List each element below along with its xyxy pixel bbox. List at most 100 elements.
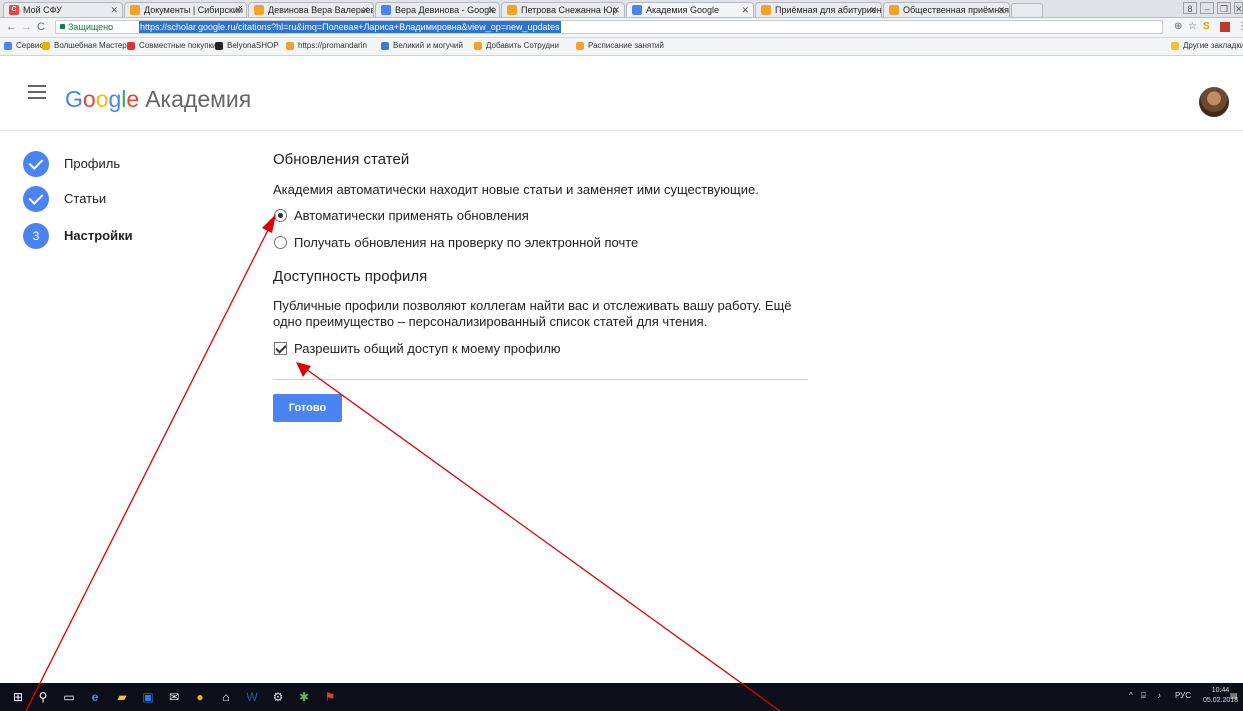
public-profile-label[interactable]: Разрешить общий доступ к моему профилю [294, 341, 561, 356]
chrome-icon[interactable]: ● [193, 690, 207, 704]
word-icon[interactable]: W [245, 690, 259, 704]
apps-icon [4, 42, 12, 50]
bookmarks-bar: Сервисы Волшебная Мастерс Совместные пок… [0, 38, 1243, 56]
file-explorer-icon[interactable]: ▰ [115, 690, 129, 704]
sfu-favicon-icon: C [9, 5, 19, 15]
windows-start-icon[interactable]: ⊞ [11, 690, 25, 704]
user-profile-icon[interactable]: 8 [1183, 2, 1197, 14]
scholar-favicon-icon [632, 5, 642, 15]
avatar[interactable] [1199, 87, 1229, 117]
tab-label: Приёмная для абитуриента [775, 5, 882, 15]
volume-icon[interactable]: ♪ [1157, 691, 1161, 701]
browser-tab[interactable]: Вера Девинова - Google ✕ [375, 2, 500, 17]
app-icon[interactable]: ✱ [297, 690, 311, 704]
hamburger-menu-icon[interactable] [28, 85, 46, 99]
close-tab-icon[interactable]: ✕ [361, 3, 369, 17]
menu-dots-icon[interactable]: ⋮ [1237, 21, 1243, 33]
bookmark-item[interactable]: Волшебная Мастерс [42, 40, 131, 52]
browser-tab[interactable]: C Мой СФУ ✕ [3, 2, 123, 17]
network-icon[interactable]: ⌸ [1141, 691, 1146, 701]
gift-icon [127, 42, 135, 50]
close-tab-icon[interactable]: ✕ [869, 3, 877, 17]
email-update-label[interactable]: Получать обновления на проверку по элект… [294, 235, 638, 250]
omnibox[interactable]: Защищено https://scholar.google.ru/citat… [55, 20, 1163, 34]
restore-icon[interactable]: ❐ [1217, 2, 1231, 14]
close-tab-icon[interactable]: ✕ [997, 3, 1005, 17]
bookmark-label: Великий и могучий [393, 41, 463, 50]
mail-icon[interactable]: ✉ [167, 690, 181, 704]
other-bookmarks[interactable]: Другие закладки [1171, 40, 1243, 52]
close-tab-icon[interactable]: ✕ [110, 3, 118, 17]
step-label: Настройки [64, 228, 133, 243]
language-indicator[interactable]: РУС [1175, 691, 1191, 701]
notifications-icon[interactable]: ▤ [1230, 691, 1238, 701]
minimize-icon[interactable]: – [1200, 2, 1214, 14]
scholar-favicon-icon [381, 5, 391, 15]
bookmark-item[interactable]: Совместные покупки [127, 40, 217, 52]
updates-description: Академия автоматически находит новые ста… [273, 182, 759, 197]
browser-tab[interactable]: Документы | Сибирский ✕ [124, 2, 247, 17]
browser-tab[interactable]: Приёмная для абитуриента ✕ [755, 2, 882, 17]
bookmark-item[interactable]: Великий и могучий [381, 40, 463, 52]
close-tab-icon[interactable]: ✕ [487, 3, 495, 17]
url-text[interactable]: https://scholar.google.ru/citations?hl=r… [139, 21, 561, 33]
logo-academia-text: Академия [145, 86, 252, 112]
back-arrow-icon[interactable]: ← [6, 21, 17, 33]
bookmark-label: Добавить Сотрудни [486, 41, 559, 50]
edge-icon[interactable]: e [88, 690, 102, 704]
extension-icon[interactable]: S [1203, 21, 1210, 33]
public-profile-checkbox[interactable] [274, 342, 287, 355]
shop-icon [215, 42, 223, 50]
settings-gear-icon[interactable]: ⚙ [271, 690, 285, 704]
globe-icon [381, 42, 389, 50]
tab-label: Мой СФУ [23, 5, 62, 15]
bookmark-label: Волшебная Мастерс [54, 41, 131, 50]
tab-label: Документы | Сибирский [144, 5, 243, 15]
bookmark-label: https://promandarin [298, 41, 367, 50]
lock-icon [60, 24, 65, 29]
bookmark-item[interactable]: Добавить Сотрудни [474, 40, 559, 52]
browser-tab[interactable]: Петрова Снежанна Юр ✕ [501, 2, 625, 17]
new-tab-button[interactable] [1011, 3, 1043, 18]
tray-chevron-icon[interactable]: ^ [1129, 691, 1133, 701]
done-button[interactable]: Готово [273, 394, 342, 422]
close-tab-icon[interactable]: ✕ [741, 3, 749, 17]
step-number-badge: 3 [23, 223, 49, 249]
store-icon[interactable]: ⌂ [219, 690, 233, 704]
bookmark-label: Другие закладки [1183, 41, 1243, 50]
search-icon[interactable]: ⚲ [36, 690, 50, 704]
close-tab-icon[interactable]: ✕ [234, 3, 242, 17]
bookmark-item[interactable]: https://promandarin [286, 40, 367, 52]
reload-icon[interactable]: C [37, 21, 45, 33]
browser-tab[interactable]: Девинова Вера Валерьевна ✕ [248, 2, 374, 17]
checkmark-icon [23, 151, 49, 177]
google-scholar-logo[interactable]: Google Академия [65, 85, 251, 113]
task-view-icon[interactable]: ▭ [62, 690, 76, 704]
browser-tab-bar: C Мой СФУ ✕ Документы | Сибирский ✕ Деви… [0, 0, 1243, 18]
bookmark-item[interactable]: Расписание занятий [576, 40, 664, 52]
email-update-radio[interactable] [274, 236, 287, 249]
bookmark-item[interactable]: BelyonaSHOP [215, 40, 279, 52]
auto-update-radio[interactable] [274, 209, 287, 222]
browser-tab-active[interactable]: Академия Google ✕ [626, 2, 754, 17]
zoom-icon[interactable]: ⊕ [1174, 21, 1182, 33]
updates-heading: Обновления статей [273, 151, 410, 168]
close-window-icon[interactable]: ✕ [1234, 2, 1243, 14]
photoshop-icon[interactable]: ▣ [141, 690, 155, 704]
document-icon [576, 42, 584, 50]
bookmark-label: Совместные покупки [139, 41, 217, 50]
scholar-header: Google Академия [0, 56, 1243, 131]
bookmark-star-icon[interactable]: ☆ [1188, 21, 1197, 33]
close-tab-icon[interactable]: ✕ [612, 3, 620, 17]
fruit-icon [286, 42, 294, 50]
arrow-to-radio [25, 214, 276, 711]
auto-update-label[interactable]: Автоматически применять обновления [294, 208, 529, 223]
pdf-extension-icon[interactable] [1220, 22, 1230, 32]
secure-label: Защищено [68, 22, 114, 32]
step-label: Профиль [64, 156, 121, 171]
browser-tab[interactable]: Общественная приёмная ✕ [883, 2, 1010, 17]
acrobat-icon[interactable]: ⚑ [323, 690, 337, 704]
document-favicon-icon [130, 5, 140, 15]
bookmark-label: Расписание занятий [588, 41, 664, 50]
forward-arrow-icon[interactable]: → [21, 21, 32, 33]
